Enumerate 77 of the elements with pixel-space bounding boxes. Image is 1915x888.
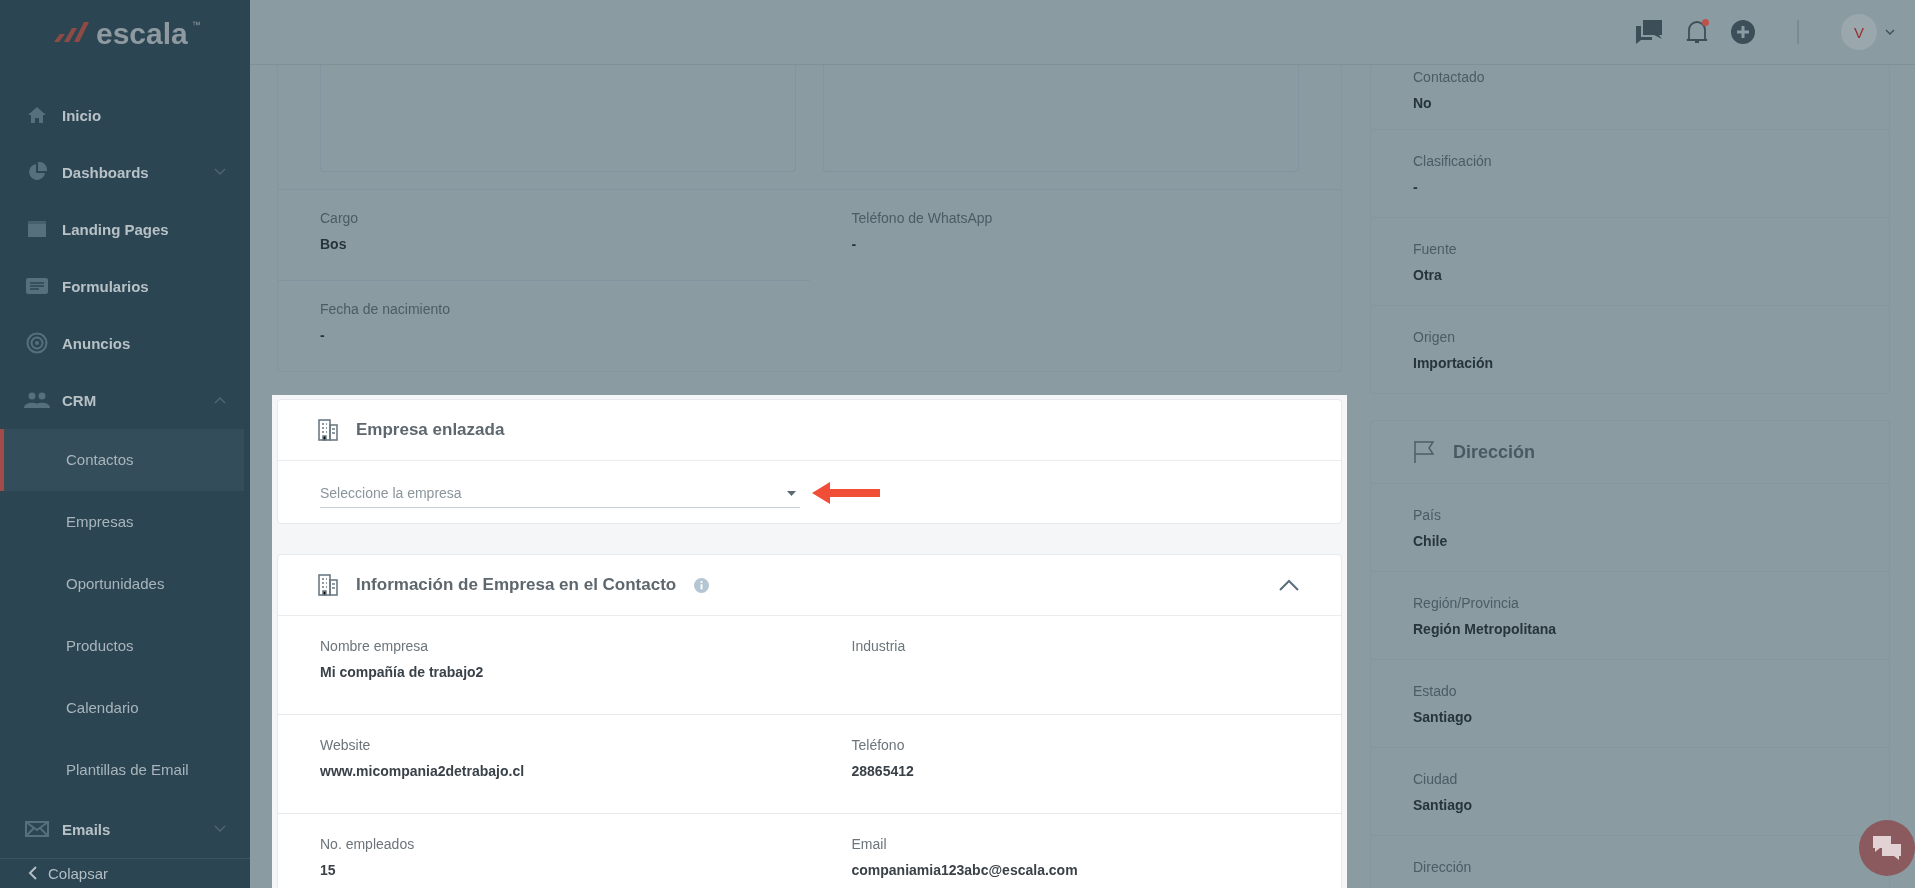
field-label: País <box>1413 507 1442 523</box>
mail-icon <box>25 821 49 838</box>
field-label: Cargo <box>320 210 360 226</box>
field-value: Santiago <box>1413 709 1474 725</box>
field-value: - <box>320 327 326 343</box>
trademark-mark: ™ <box>191 20 201 30</box>
field-value: companiamia123abc@escala.com <box>851 862 1079 878</box>
nav-subitem[interactable]: Productos <box>0 615 244 677</box>
company-select[interactable]: Seleccione la empresa <box>320 477 800 508</box>
nav-subitem[interactable]: Empresas <box>0 491 244 553</box>
logo-icon <box>52 20 92 44</box>
field-label: Estado <box>1413 683 1458 699</box>
annotation-arrow <box>812 481 880 504</box>
nav-item[interactable]: Dashboards <box>0 144 250 201</box>
nav-subitem[interactable]: Contactos <box>0 429 244 491</box>
dropdown-caret-icon <box>787 490 796 496</box>
field-label: Nombre empresa <box>320 638 430 654</box>
flag-icon <box>1413 440 1435 464</box>
pie-chart-icon <box>27 162 47 183</box>
card-title: Empresa enlazada <box>356 420 505 440</box>
chat-icon <box>1872 835 1902 861</box>
nav-subitem[interactable]: Plantillas de Email <box>0 739 244 801</box>
field-value: No <box>1413 95 1433 111</box>
field-value: Bos <box>320 236 348 252</box>
home-icon <box>27 106 47 125</box>
chevron-up-icon[interactable] <box>1279 579 1299 591</box>
field-value: - <box>851 236 858 252</box>
target-icon <box>26 332 48 355</box>
field-value: Región Metropolitana <box>1413 621 1558 637</box>
card-title: Dirección <box>1453 441 1536 463</box>
field-label: No. empleados <box>320 836 416 852</box>
info-icon <box>694 577 710 593</box>
field-label: Contactado <box>1413 69 1486 85</box>
nav-item[interactable]: CRM <box>0 372 250 429</box>
form-icon <box>26 277 48 296</box>
nav-item[interactable]: Inicio <box>0 87 250 144</box>
nav-subitem[interactable]: Oportunidades <box>0 553 244 615</box>
field-value: 15 <box>320 862 337 878</box>
field-value: Otra <box>1413 267 1443 283</box>
field-value: www.micompania2detrabajo.cl <box>320 763 526 779</box>
chat-icon[interactable] <box>1635 19 1663 45</box>
nav-item[interactable]: Landing Pages <box>0 201 250 258</box>
nav-item[interactable]: Formularios <box>0 258 250 315</box>
field-label: Clasificación <box>1413 153 1493 169</box>
field-value: Importación <box>1413 355 1495 371</box>
nav-item[interactable]: Emails <box>0 801 250 858</box>
field-label: Origen <box>1413 329 1457 345</box>
field-label: Teléfono de WhatsApp <box>851 210 994 226</box>
user-avatar[interactable]: V <box>1841 14 1877 50</box>
chevron-left-icon <box>28 865 38 882</box>
building-icon <box>318 574 338 596</box>
collapse-button[interactable]: Colapsar <box>0 858 250 888</box>
logo-text: escala <box>96 20 188 48</box>
nav-item[interactable]: Anuncios <box>0 315 250 372</box>
field-value: 28865412 <box>851 763 915 779</box>
field-label: Dirección <box>1413 859 1473 875</box>
field-value: Mi compañía de trabajo2 <box>320 664 485 680</box>
building-icon <box>318 419 338 441</box>
field-label: Industria <box>851 638 907 654</box>
add-icon[interactable] <box>1731 20 1755 44</box>
card-title: Información de Empresa en el Contacto <box>356 575 677 595</box>
field-value: Santiago <box>1413 797 1474 813</box>
caret-icon[interactable] <box>1885 29 1895 35</box>
field-value: Chile <box>1413 533 1449 549</box>
field-label: Ciudad <box>1413 771 1459 787</box>
field-label: Teléfono <box>851 737 906 753</box>
field-label: Región/Provincia <box>1413 595 1520 611</box>
chat-button[interactable] <box>1859 820 1915 876</box>
field-label: Website <box>320 737 372 753</box>
window-icon <box>27 220 47 239</box>
field-label: Fuente <box>1413 241 1458 257</box>
field-value: - <box>1413 179 1419 195</box>
nav-subitem[interactable]: Calendario <box>0 677 244 739</box>
field-label: Email <box>851 836 888 852</box>
field-label: Fecha de nacimiento <box>320 301 451 317</box>
people-icon <box>24 392 50 409</box>
bell-icon[interactable] <box>1685 19 1709 45</box>
